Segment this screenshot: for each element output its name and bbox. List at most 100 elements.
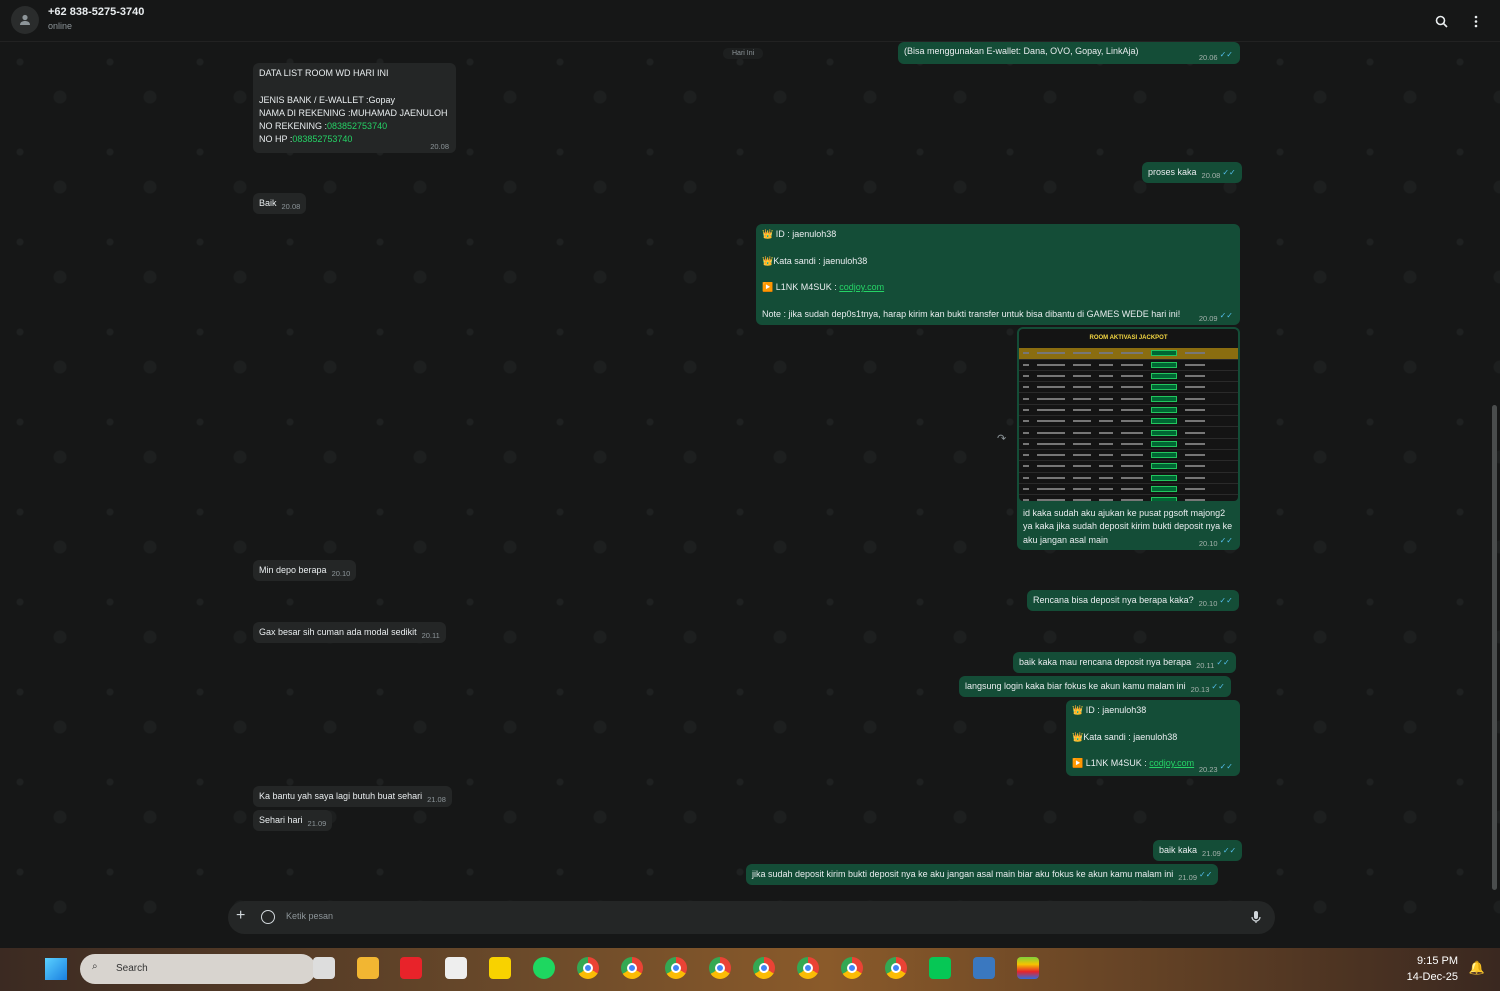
message-time: 20.08 [281,202,301,211]
message-time: 20.10 [1198,538,1218,548]
chrome-icon[interactable] [797,957,819,979]
message-text: Note : jika sudah dep0s1tnya, harap kiri… [762,308,1181,319]
message-bubble: Min depo berapa 20.10 [253,560,357,582]
crown-icon: 👑 [1072,705,1084,715]
chrome-icon[interactable] [665,957,687,979]
image-attachment[interactable]: ROOM AKTIVASI JACKPOT [1019,329,1238,501]
message-text: Kata sandi : jaenuloh38 [773,255,868,266]
message-bubble: Rencana bisa deposit nya berapa kaka? 20.… [1027,590,1239,612]
message-text: Ka bantu yah saya lagi butuh buat sehari [259,791,423,801]
scrollbar[interactable] [1492,405,1497,890]
image-table-row [1019,495,1238,501]
message-time: 20.23 [1198,764,1218,774]
chrome-icon[interactable] [709,957,731,979]
message-input[interactable]: Ketik pesan [286,911,333,921]
play-icon: ▶️ [1072,758,1084,769]
contact-avatar[interactable] [11,6,39,34]
read-check-icon: ✓✓ [1216,658,1230,667]
message-text: Gax besar sih cuman ada modal sedikit [259,627,417,637]
font-app-icon[interactable] [445,957,467,979]
read-check-icon: ✓✓ [1222,846,1237,855]
message-bubble: Baik 20.08 [253,193,307,215]
message-time: 20.10 [1198,599,1218,608]
chrome-icon[interactable] [885,957,907,979]
message-text: L1NK M4SUK : [1085,758,1150,769]
image-table-row [1019,360,1238,371]
bluestacks-icon[interactable] [1017,957,1039,979]
line-icon[interactable] [929,957,951,979]
chrome-icon[interactable] [753,957,775,979]
image-table-row [1019,473,1238,484]
spotify-icon[interactable] [533,957,555,979]
image-table-row [1019,439,1238,450]
read-check-icon: ✓✓ [1219,535,1233,545]
message-bubble: 👑 ID : jaenuloh38 👑Kata sandi : jaenuloh… [756,224,1240,325]
notification-bell-icon[interactable]: 🔔 [1469,960,1485,976]
read-check-icon: ✓✓ [1219,761,1233,771]
clock-date: 14-Dec-25 [1406,971,1458,983]
message-bubble: Ka bantu yah saya lagi butuh buat sehari… [253,786,452,808]
read-check-icon: ✓✓ [1219,596,1233,605]
message-text: (Bisa menggunakan E-wallet: Dana, OVO, G… [904,46,1139,56]
person-icon [20,14,30,25]
emoji-icon[interactable] [261,910,275,924]
message-text: langsung login kaka biar fokus ke akun k… [965,681,1186,691]
message-time: 21.08 [427,795,446,804]
image-title: ROOM AKTIVASI JACKPOT [1089,335,1168,341]
plus-icon[interactable]: + [236,907,245,925]
message-text: L1NK M4SUK : [775,282,840,293]
taskbar-search[interactable]: ⌕ Search [80,954,316,984]
app-icon[interactable] [973,957,995,979]
message-text: ID : jaenuloh38 [1085,705,1147,715]
clock-time: 9:15 PM [1417,955,1458,967]
start-icon[interactable] [45,958,67,980]
microphone-icon[interactable] [1251,910,1261,929]
message-time: 21.09 [1202,849,1221,858]
phone-link[interactable]: 083852753740 [292,134,352,144]
read-check-icon: ✓✓ [1211,682,1225,691]
chrome-icon[interactable] [621,957,643,979]
wps-office-icon[interactable] [400,957,422,979]
read-check-icon: ✓✓ [1219,310,1233,320]
search-icon: ⌕ [92,961,98,972]
message-composer[interactable]: + Ketik pesan [228,901,1275,934]
image-table-row [1019,461,1238,473]
image-table-row [1019,371,1238,383]
message-time: 20.10 [331,569,351,578]
menu-icon[interactable] [1467,12,1485,30]
image-table-row [1019,427,1238,439]
search-icon[interactable] [1432,12,1450,30]
message-bubble: baik kaka mau rencana deposit nya berapa… [1013,652,1236,674]
message-bubble: Gax besar sih cuman ada modal sedikit 20.… [253,622,446,644]
crown-icon: 👑 [762,229,774,239]
contact-name[interactable]: +62 838-5275-3740 [48,6,144,18]
sticky-notes-icon[interactable] [489,957,511,979]
message-time: 20.08 [1201,171,1221,180]
message-text: baik kaka mau rencana deposit nya berapa [1019,657,1192,667]
search-label: Search [116,963,148,974]
forward-icon[interactable]: ↷ [997,432,1006,445]
image-table-row [1019,450,1238,462]
play-icon: ▶️ [762,282,774,293]
message-text: Rencana bisa deposit nya berapa kaka? [1033,595,1194,605]
crown-icon: 👑 [762,255,774,266]
label: NO HP : [259,134,293,145]
label: NAMA DI REKENING : [259,107,351,118]
file-explorer-icon[interactable] [357,957,379,979]
message-text: jika sudah deposit kirim bukti deposit n… [752,869,1174,879]
system-clock[interactable]: 9:15 PM 14-Dec-25 [1407,953,1458,985]
link[interactable]: codjoy.com [1149,758,1194,768]
phone-link[interactable]: 083852753740 [327,121,387,131]
message-text: proses kaka [1148,167,1197,177]
crown-icon: 👑 [1072,731,1084,742]
chrome-icon[interactable] [577,957,599,979]
image-table-row [1019,416,1238,428]
link[interactable]: codjoy.com [839,282,884,292]
message-text: Kata sandi : jaenuloh38 [1083,731,1178,742]
chat-header: +62 838-5275-3740 online [0,0,1500,42]
date-chip: Hari Ini [723,48,764,59]
task-view-icon[interactable] [313,957,335,979]
chrome-icon[interactable] [841,957,863,979]
message-time: 20.06 [1198,52,1218,62]
image-table-row [1019,382,1238,394]
